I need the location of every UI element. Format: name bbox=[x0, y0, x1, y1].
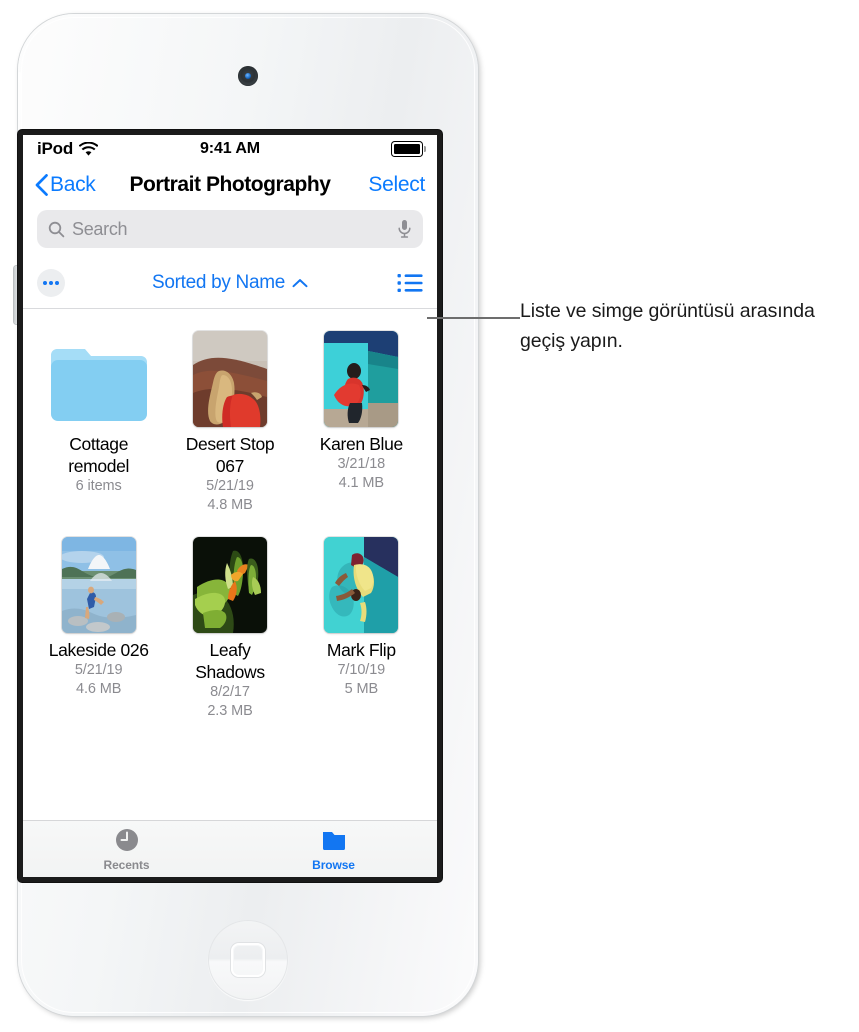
photo-thumbnail-lakeside bbox=[61, 537, 136, 633]
file-name: Cottage remodel bbox=[68, 434, 130, 476]
file-meta-primary: 5/21/19 bbox=[74, 662, 123, 678]
thumbnail-container bbox=[46, 323, 152, 427]
file-cell-image[interactable]: Leafy Shadows 8/2/17 2.3 MB bbox=[164, 529, 295, 721]
file-cell-image[interactable]: Mark Flip 7/10/19 5 MB bbox=[296, 529, 427, 721]
file-meta-secondary: 4.1 MB bbox=[338, 475, 384, 491]
thumbnail-container bbox=[308, 529, 414, 633]
status-bar-right bbox=[391, 141, 426, 157]
wifi-icon bbox=[79, 141, 99, 156]
photo-thumbnail-mark-flip bbox=[324, 537, 399, 633]
photo-thumbnail-desert bbox=[192, 331, 267, 427]
ellipsis-icon bbox=[42, 281, 47, 285]
search-placeholder: Search bbox=[72, 218, 128, 239]
chevron-left-icon bbox=[35, 174, 48, 196]
home-button-glyph bbox=[231, 943, 265, 977]
file-cell-image[interactable]: Desert Stop 067 5/21/19 4.8 MB bbox=[164, 323, 295, 515]
ellipsis-icon bbox=[55, 281, 60, 285]
thumbnail-container bbox=[308, 323, 414, 427]
file-meta-secondary: 2.3 MB bbox=[207, 703, 253, 719]
navigation-bar: Back Portrait Photography Select bbox=[23, 163, 437, 207]
screenshot-root: iPod 9:41 AM Back Portrait Photography S… bbox=[0, 0, 859, 1032]
thumbnail-container bbox=[177, 323, 283, 427]
sort-button-label[interactable]: Sorted by Name bbox=[152, 272, 285, 294]
tab-bar: Recents Browse bbox=[23, 820, 437, 877]
sort-bar: Sorted by Name bbox=[23, 258, 437, 308]
battery-icon bbox=[391, 141, 426, 157]
file-cell-folder[interactable]: Cottage remodel 6 items bbox=[33, 323, 164, 515]
folder-icon bbox=[50, 349, 147, 421]
front-camera bbox=[238, 66, 258, 86]
search-input[interactable]: Search bbox=[37, 210, 423, 248]
search-icon bbox=[48, 221, 65, 237]
file-meta-primary: 5/21/19 bbox=[206, 478, 254, 494]
file-name: Karen Blue bbox=[319, 434, 403, 454]
file-meta-primary: 8/2/17 bbox=[210, 684, 250, 700]
search-container: Search bbox=[23, 207, 437, 258]
file-cell-image[interactable]: Karen Blue 3/21/18 4.1 MB bbox=[296, 323, 427, 515]
file-name: Mark Flip bbox=[326, 640, 396, 660]
back-button[interactable]: Back bbox=[35, 173, 96, 197]
list-view-toggle-button[interactable] bbox=[397, 273, 423, 293]
photo-thumbnail-karen-blue bbox=[324, 331, 399, 427]
file-name: Leafy Shadows bbox=[195, 640, 265, 682]
more-options-button[interactable] bbox=[37, 269, 65, 297]
screen-bezel: iPod 9:41 AM Back Portrait Photography S… bbox=[18, 130, 442, 882]
home-button[interactable] bbox=[208, 920, 288, 1000]
list-view-icon bbox=[397, 274, 423, 292]
battery-cap bbox=[423, 146, 426, 152]
thumbnail-container bbox=[46, 529, 152, 633]
tab-label: Recents bbox=[103, 857, 150, 872]
photo-thumbnail-leafy-shadows bbox=[192, 537, 267, 633]
select-button[interactable]: Select bbox=[368, 173, 425, 197]
clock-icon bbox=[115, 828, 138, 851]
microphone-icon[interactable] bbox=[397, 219, 412, 239]
file-name: Lakeside 026 bbox=[48, 640, 149, 660]
thumbnail-container bbox=[177, 529, 283, 633]
status-bar: iPod 9:41 AM bbox=[23, 135, 437, 163]
file-meta-primary: 7/10/19 bbox=[337, 662, 386, 678]
callout-leader-line bbox=[427, 317, 520, 320]
callout-text: Liste ve simge görüntüsü arasında geçiş … bbox=[520, 300, 815, 352]
tab-label: Browse bbox=[312, 857, 355, 872]
back-button-label: Back bbox=[50, 173, 96, 196]
file-cell-image[interactable]: Lakeside 026 5/21/19 4.6 MB bbox=[33, 529, 164, 721]
screen: iPod 9:41 AM Back Portrait Photography S… bbox=[23, 135, 437, 877]
chevron-up-icon[interactable] bbox=[292, 278, 308, 288]
carrier-label: iPod bbox=[37, 139, 74, 158]
file-meta-primary: 3/21/18 bbox=[337, 456, 386, 472]
file-meta-secondary: 4.6 MB bbox=[75, 681, 122, 697]
sort-control: Sorted by Name bbox=[23, 272, 437, 294]
file-grid: Cottage remodel 6 items Desert Stop 067 … bbox=[23, 309, 437, 721]
battery-level bbox=[393, 143, 421, 155]
file-meta-secondary: 5 MB bbox=[344, 681, 379, 697]
tab-browse[interactable]: Browse bbox=[230, 821, 437, 877]
ellipsis-icon bbox=[49, 281, 53, 285]
file-meta-primary: 6 items bbox=[75, 478, 122, 494]
status-bar-left: iPod bbox=[37, 139, 99, 159]
file-name: Desert Stop 067 bbox=[185, 434, 275, 476]
file-meta-secondary: 4.8 MB bbox=[207, 497, 253, 513]
folder-icon bbox=[322, 831, 345, 850]
tab-recents[interactable]: Recents bbox=[23, 821, 230, 877]
